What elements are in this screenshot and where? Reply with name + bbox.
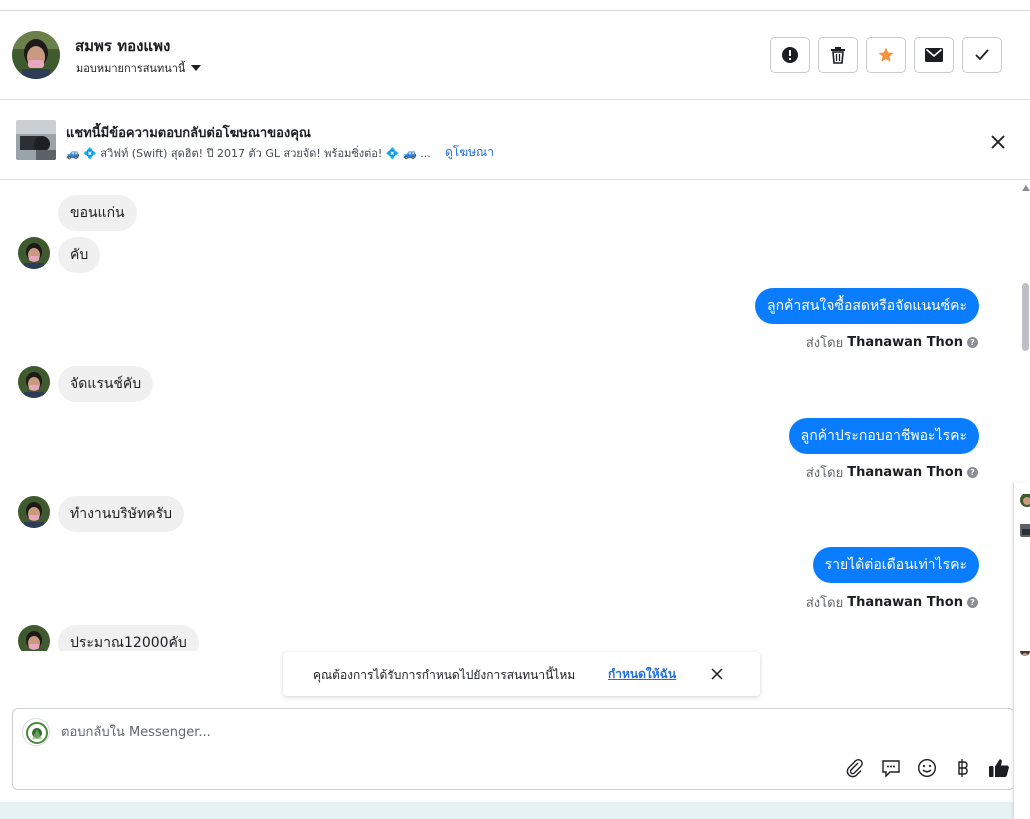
contact-avatar[interactable] [12,31,60,79]
incoming-message: คับ [58,237,101,273]
bottom-band [0,802,1030,819]
ad-reply-banner: แชทนี้มีข้อความตอบกลับต่อโฆษณาของคุณ 🚙 💠… [0,100,1030,180]
thread-scrollbar-thumb[interactable] [1022,283,1029,351]
mark-unread-button[interactable] [914,37,954,73]
contact-avatar-small [18,625,50,651]
ad-banner-close-button[interactable] [988,132,1008,152]
trash-icon [831,47,845,64]
request-payment-button[interactable] [952,757,974,779]
question-icon[interactable]: ? [967,597,978,608]
star-button[interactable] [866,37,906,73]
avatar[interactable] [1020,646,1030,656]
close-icon [991,135,1005,149]
mark-done-button[interactable] [962,37,1002,73]
attach-file-button[interactable] [844,757,866,779]
sent-by-line: ส่งโดย Thanawan Thon ? [806,462,978,483]
saved-reply-icon [882,760,900,778]
sender-name: Thanawan Thon [847,335,963,350]
sent-by-line: ส่งโดย Thanawan Thon ? [806,332,978,353]
exclamation-circle-icon [782,47,798,63]
sent-by-label: ส่งโดย [805,466,844,481]
assign-prompt-text: คุณต้องการได้รับการกำหนดไปยังการสนทนานี้… [313,668,576,682]
sent-by-line: ส่งโดย Thanawan Thon ? [806,592,978,613]
contact-avatar-small [18,237,50,269]
scroll-up-arrow-icon[interactable] [1022,185,1030,191]
toast-close-button[interactable] [710,666,724,680]
delete-button[interactable] [818,37,858,73]
contact-avatar-small [18,496,50,528]
message-thread: ขอนแก่น คับ ลูกค้าสนใจซื้อสดหรือจัดแนนซ์… [0,181,1020,651]
reply-input[interactable] [61,721,761,743]
thumbs-up-icon [989,759,1009,777]
sender-name: Thanawan Thon [847,595,963,610]
mark-spam-button[interactable] [770,37,810,73]
conversation-view: สมพร ทองแพง มอบหมายการสนทนานี้ แชทนี้มีข… [0,0,1030,819]
incoming-message: ขอนแก่น [58,195,137,231]
outgoing-message: ลูกค้าสนใจซื้อสดหรือจัดแนนซ์คะ [755,288,979,324]
assign-label: มอบหมายการสนทนานี้ [76,62,186,75]
question-icon[interactable]: ? [967,467,978,478]
incoming-message: ทำงานบริษัทครับ [58,496,184,532]
reply-composer [12,708,1015,790]
paperclip-icon [846,758,863,778]
close-icon [711,668,723,680]
view-ad-link[interactable]: ดูโฆษณา [445,143,494,162]
star-icon [878,47,894,62]
emoji-icon [917,758,937,778]
envelope-icon [925,48,943,62]
ad-banner-title: แชทนี้มีข้อความตอบกลับต่อโฆษณาของคุณ [66,126,311,141]
incoming-message: จัดแรนช์คับ [58,366,154,402]
ad-description: 🚙 💠 สวิฟท์ (Swift) สุดฮิต! ปี 2017 ตัว G… [66,147,431,160]
ad-thumbnail[interactable] [16,120,56,160]
assign-conversation-dropdown[interactable]: มอบหมายการสนทนานี้ [76,59,202,77]
checkmark-icon [975,49,989,61]
page-avatar [22,718,50,746]
emoji-button[interactable] [916,757,938,779]
contact-avatar-small [18,366,50,398]
baht-icon [958,759,968,777]
contact-name[interactable]: สมพร ทองแพง [75,34,170,58]
question-icon[interactable]: ? [967,337,978,348]
assign-prompt-toast: คุณต้องการได้รับการกำหนดไปยังการสนทนานี้… [283,652,760,696]
side-panel-edge[interactable] [1013,483,1030,819]
saved-replies-button[interactable] [880,757,902,779]
outgoing-message: ลูกค้าประกอบอาชีพอะไรคะ [788,418,979,454]
like-button[interactable] [988,757,1010,779]
avatar[interactable] [1020,493,1030,507]
outgoing-message: รายได้ต่อเดือนเท่าไรคะ [812,547,979,583]
assign-to-me-link[interactable]: กำหนดให้ฉัน [608,665,676,684]
sent-by-label: ส่งโดย [805,596,844,611]
sent-by-label: ส่งโดย [805,336,844,351]
caret-down-icon [191,65,202,71]
sender-name: Thanawan Thon [847,465,963,480]
avatar[interactable] [1020,523,1030,537]
incoming-message: ประมาณ12000คับ [58,625,199,651]
conversation-header: สมพร ทองแพง มอบหมายการสนทนานี้ [0,11,1030,100]
